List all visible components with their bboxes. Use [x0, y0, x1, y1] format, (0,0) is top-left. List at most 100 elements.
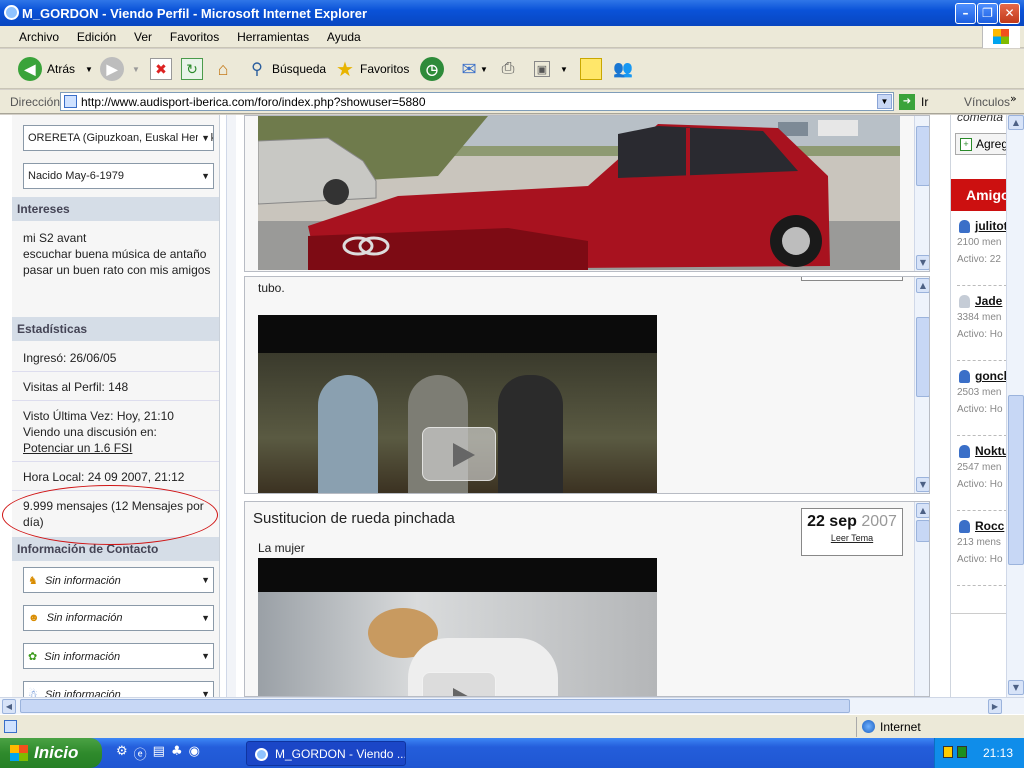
messenger-button[interactable]: 👥 [612, 55, 634, 83]
menu-herramientas[interactable]: Herramientas [230, 26, 316, 48]
address-input[interactable]: http://www.audisport-iberica.com/foro/in… [60, 92, 894, 111]
friend-item[interactable]: Noktu 2547 men Activo: Ho [957, 444, 1007, 490]
tray-icon[interactable] [943, 746, 953, 758]
video-scrollbar[interactable]: ▲ ▼ [914, 277, 929, 493]
minimize-button[interactable]: – [955, 3, 976, 24]
menu-favoritos[interactable]: Favoritos [163, 26, 226, 48]
friend-item[interactable]: Jade 3384 men Activo: Ho [957, 294, 1007, 340]
friend-name[interactable]: goncl [975, 369, 1007, 383]
menu-bar: Archivo Edición Ver Favoritos Herramient… [0, 26, 1024, 48]
play-icon[interactable] [422, 672, 496, 696]
scroll-thumb[interactable] [1008, 395, 1024, 565]
history-button[interactable]: ◷ [420, 55, 444, 83]
back-dropdown-icon[interactable]: ▼ [85, 65, 93, 74]
friend-item[interactable]: julitot 2100 men Activo: 22 [957, 219, 1007, 265]
favorites-button[interactable]: ★ Favoritos [334, 55, 409, 83]
post-panel: Sustitucion de rueda pinchada 22 sep 200… [244, 501, 930, 697]
scroll-thumb[interactable] [20, 699, 850, 713]
horizontal-scrollbar[interactable]: ◀ ▶ [0, 697, 1024, 714]
contact-msn-select[interactable]: ☃ Sin información ▼ [23, 681, 214, 697]
contact-icq-select[interactable]: ✿ Sin información ▼ [23, 643, 214, 669]
links-label[interactable]: Vínculos [964, 95, 1010, 109]
desktop-icon[interactable]: ▤ [153, 744, 165, 763]
notes-button[interactable] [580, 55, 602, 83]
clock[interactable]: 21:13 [983, 746, 1013, 760]
scroll-left-icon[interactable]: ◀ [2, 699, 16, 714]
annotation-circle [2, 485, 218, 545]
friend-item[interactable]: goncl 2503 men Activo: Ho [957, 369, 1007, 415]
edit-dropdown-icon[interactable]: ▼ [560, 65, 568, 74]
divider [12, 461, 219, 462]
taskbar-window-label: M_GORDON - Viendo ... [275, 747, 406, 761]
menu-edicion[interactable]: Edición [70, 26, 123, 48]
mail-button[interactable]: ✉ ▼ [458, 55, 488, 83]
menu-ver[interactable]: Ver [127, 26, 159, 48]
add-friend-button[interactable]: + Agreg [955, 133, 1007, 155]
friend-name[interactable]: Noktu [975, 444, 1007, 458]
stop-button[interactable]: ✖ [150, 55, 172, 83]
scroll-down-icon[interactable]: ▼ [916, 255, 929, 270]
print-button[interactable]: ⎙ [497, 55, 519, 83]
friend-activity: Activo: Ho [957, 329, 1003, 340]
video-player[interactable] [258, 558, 657, 696]
explorer-icon[interactable]: ⚙ [116, 744, 128, 763]
comments-text: comenta [957, 115, 1004, 124]
post-title[interactable]: Sustitucion de rueda pinchada [253, 510, 455, 527]
media-icon[interactable]: ◉ [189, 744, 200, 763]
mail-dropdown-icon[interactable]: ▼ [480, 65, 488, 74]
forward-button[interactable]: ▶ ▼ [100, 55, 140, 83]
divider [957, 285, 1007, 286]
search-icon: ⚲ [251, 61, 263, 78]
friend-item[interactable]: Rocc 213 mens Activo: Ho [957, 519, 1007, 565]
ie-icon [255, 748, 268, 761]
windows-logo-icon [982, 26, 1020, 48]
contact-yahoo-select[interactable]: ☻ Sin información ▼ [23, 605, 214, 631]
refresh-button[interactable]: ↻ [181, 55, 203, 83]
divider [957, 585, 1007, 586]
friend-name[interactable]: Rocc [975, 519, 1004, 533]
scroll-down-icon[interactable]: ▼ [1008, 680, 1024, 695]
scroll-right-icon[interactable]: ▶ [988, 699, 1002, 714]
scroll-up-icon[interactable]: ▲ [916, 503, 929, 518]
post-scrollbar[interactable]: ▲ [914, 502, 929, 696]
history-icon: ◷ [420, 57, 444, 81]
taskbar-window-item[interactable]: M_GORDON - Viendo ... [246, 741, 406, 766]
window-scrollbar[interactable]: ▲ ▼ [1006, 115, 1024, 697]
close-button[interactable]: ✕ [999, 3, 1020, 24]
menu-ayuda[interactable]: Ayuda [320, 26, 368, 48]
sidebar-scrollbar[interactable] [226, 115, 236, 697]
address-dropdown-icon[interactable]: ▼ [877, 94, 892, 109]
mail-icon: ✉ [461, 58, 477, 79]
friend-name[interactable]: julitot [975, 219, 1007, 233]
photo-scrollbar[interactable]: ▼ [914, 116, 929, 271]
menu-archivo[interactable]: Archivo [12, 26, 66, 48]
scroll-thumb[interactable] [916, 520, 929, 542]
location-select[interactable]: ORERETA (Gipuzkoan, Euskal Herritik) ▼ [23, 125, 214, 151]
contact-aim-select[interactable]: ♞ Sin información ▼ [23, 567, 214, 593]
maximize-button[interactable]: ❐ [977, 3, 998, 24]
home-button[interactable]: ⌂ [212, 55, 234, 83]
forward-dropdown-icon[interactable]: ▼ [132, 65, 140, 74]
scroll-down-icon[interactable]: ▼ [916, 477, 929, 492]
go-button[interactable]: ➜ Ir [899, 92, 928, 111]
messenger-launch-icon[interactable]: ♣ [171, 744, 183, 763]
back-button[interactable]: ◀ Atrás ▼ [18, 55, 93, 83]
scroll-thumb[interactable] [916, 126, 929, 186]
scroll-up-icon[interactable]: ▲ [916, 278, 929, 293]
ie-launch-icon[interactable]: ⓔ [134, 744, 147, 763]
edit-button[interactable]: ▣ ▼ [534, 55, 568, 83]
contact-value: Sin información [46, 612, 123, 624]
tray-icon[interactable] [957, 746, 967, 758]
read-topic-link[interactable]: Leer Tema [802, 533, 902, 543]
chevron-right-icon[interactable]: » [1010, 92, 1017, 105]
friend-name[interactable]: Jade [975, 294, 1002, 308]
scroll-thumb[interactable] [916, 317, 929, 397]
printer-icon: ⎙ [501, 60, 515, 77]
chevron-down-icon: ▼ [201, 613, 210, 623]
search-button[interactable]: ⚲ Búsqueda [246, 55, 326, 83]
video-player[interactable] [258, 315, 657, 493]
play-icon[interactable] [422, 427, 496, 481]
birthdate-select[interactable]: Nacido May-6-1979 ▼ [23, 163, 214, 189]
viewing-topic-link[interactable]: Potenciar un 1.6 FSI [23, 440, 213, 456]
scroll-up-icon[interactable]: ▲ [1008, 115, 1024, 130]
